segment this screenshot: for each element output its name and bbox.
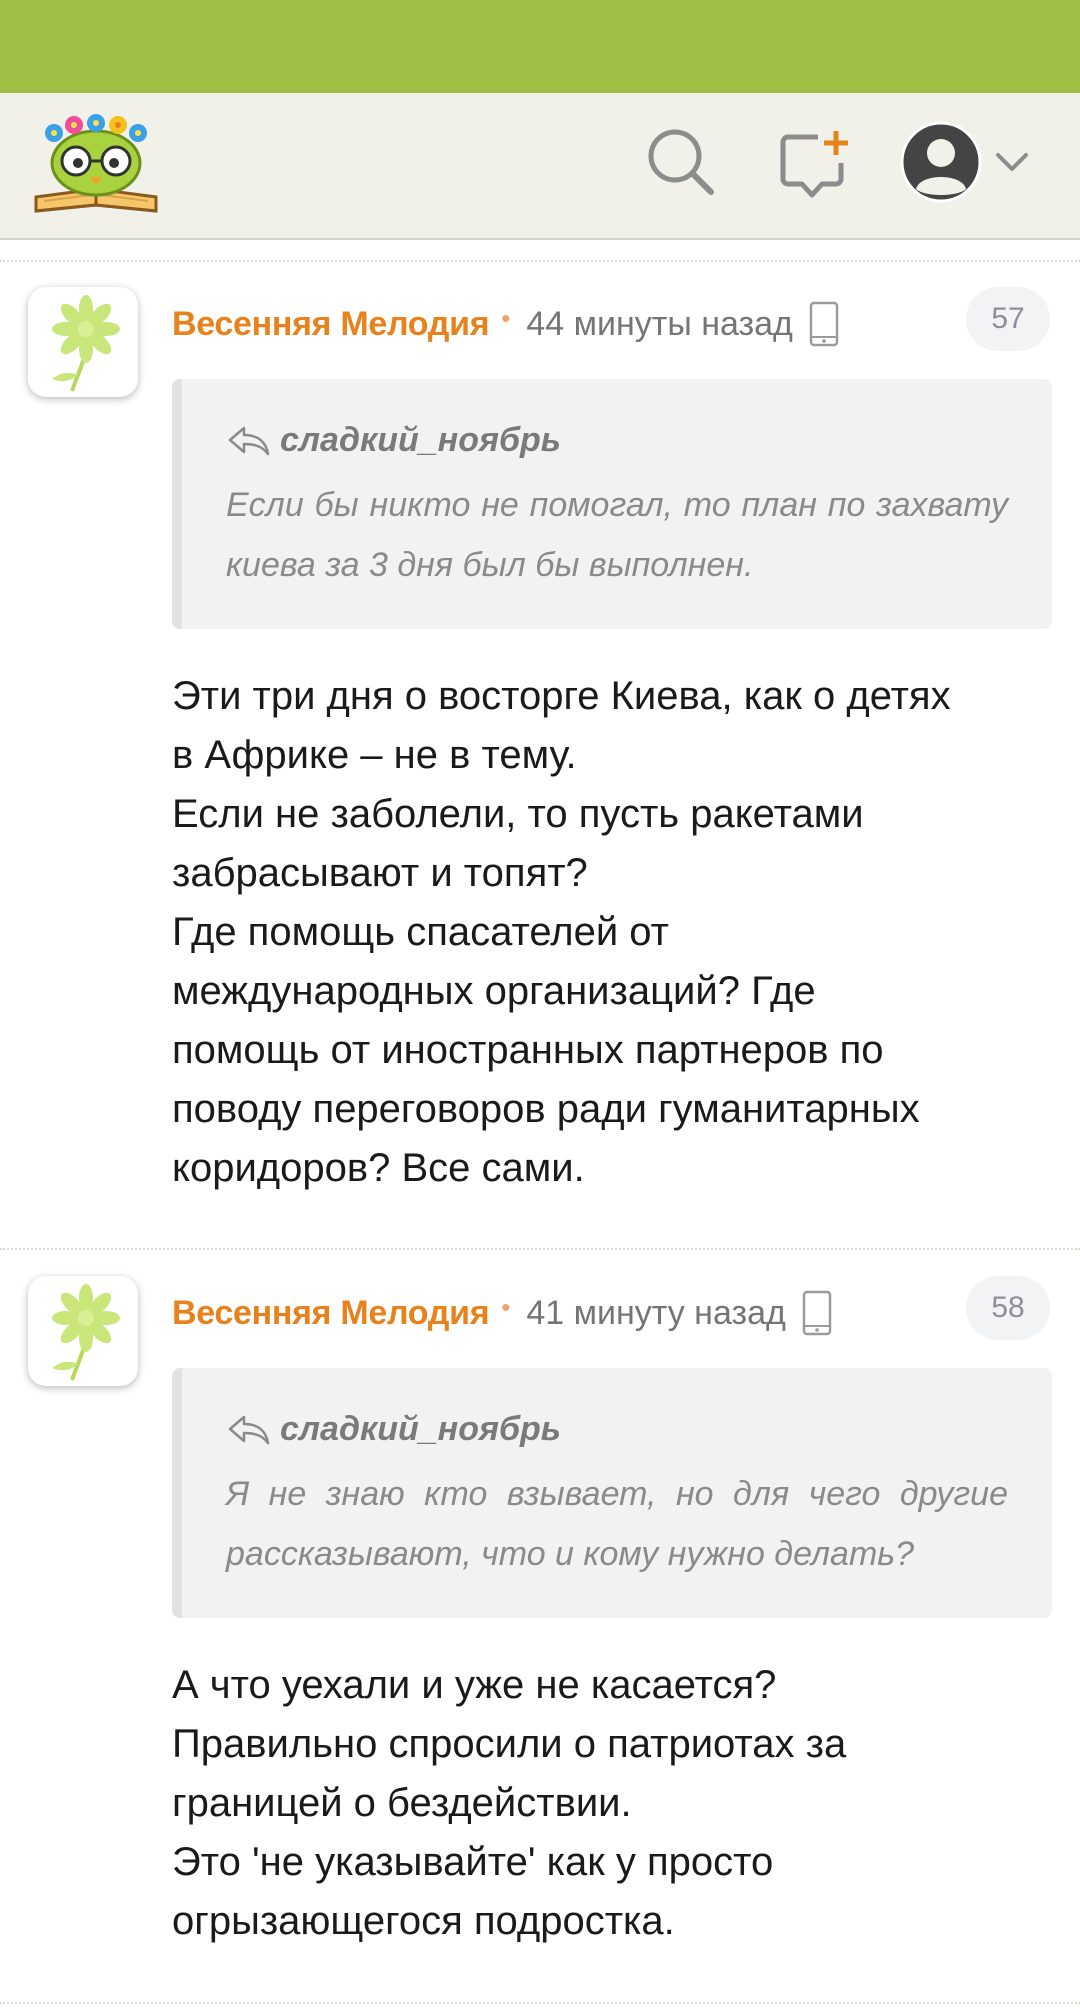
avatar[interactable] [28, 287, 138, 397]
comment-number[interactable]: 58 [966, 1276, 1050, 1340]
logo-icon[interactable] [30, 111, 162, 221]
comment-line: границей о бездействии. [172, 1781, 632, 1825]
daisy-avatar-icon [52, 295, 120, 392]
reply-icon [228, 426, 270, 456]
chevron-down-icon[interactable] [992, 145, 1032, 179]
meta-separator: • [501, 302, 511, 333]
comment-text: Эти три дня о восторге Киева, как о детя… [172, 667, 1052, 1198]
comment-author[interactable]: Весенняя Мелодия [172, 1294, 490, 1333]
quoted-comment[interactable]: сладкий_ноябрь Я не знаю кто взывает, но… [172, 1368, 1052, 1618]
quote-text: Я не знаю кто взывает, но для чего други… [226, 1475, 1008, 1573]
quote-author: сладкий_ноябрь [280, 420, 561, 459]
avatar-icon[interactable] [900, 121, 982, 203]
comment-text: А что уехали и уже не касается? Правильн… [172, 1656, 1052, 1951]
comment-line: помощь от иностранных партнеров по [172, 1028, 884, 1072]
divider [0, 1248, 1080, 1250]
comment-number[interactable]: 57 [966, 287, 1050, 351]
comment-line: международных организаций? Где [172, 969, 816, 1013]
comment-line: огрызающегося подростка. [172, 1899, 675, 1943]
comment-line: Где помощь спасателей от [172, 910, 669, 954]
comment-line: Правильно спросили о патриотах за [172, 1722, 847, 1766]
comment-line: забрасывают и топят? [172, 851, 588, 895]
comment-line: Это 'не указывайте' как у просто [172, 1840, 774, 1884]
quoted-comment[interactable]: сладкий_ноябрь Если бы никто не помогал,… [172, 379, 1052, 629]
comment-line: А что уехали и уже не касается? [172, 1663, 777, 1707]
comment-meta: Весенняя Мелодия • 41 минуту назад [172, 1288, 832, 1338]
comment-meta: Весенняя Мелодия • 44 минуты назад [172, 299, 839, 349]
smartphone-icon [802, 1290, 832, 1336]
avatar[interactable] [28, 1276, 138, 1386]
meta-separator: • [501, 1291, 511, 1322]
comment-line: Если не заболели, то пусть ракетами [172, 792, 864, 836]
comment-author[interactable]: Весенняя Мелодия [172, 305, 490, 344]
divider [0, 260, 1080, 262]
smartphone-icon [809, 301, 839, 347]
comment-line: коридоров? Все сами. [172, 1146, 585, 1190]
comment-time: 41 минуту назад [526, 1293, 786, 1332]
add-comment-icon[interactable] [778, 129, 848, 199]
quote-author: сладкий_ноябрь [280, 1409, 561, 1448]
user-menu[interactable] [900, 121, 1040, 207]
search-icon[interactable] [645, 126, 717, 198]
comment-time: 44 минуты назад [526, 304, 793, 343]
comment-line: Эти три дня о восторге Киева, как о детя… [172, 674, 951, 718]
status-bar [0, 0, 1080, 93]
app-header [0, 93, 1080, 240]
daisy-avatar-icon [52, 1284, 120, 1381]
quote-text: Если бы никто не помогал, то план по зах… [226, 486, 1008, 584]
reply-icon [228, 1415, 270, 1445]
comment-line: поводу переговоров ради гуманитарных [172, 1087, 920, 1131]
comment-line: в Африке – не в тему. [172, 733, 577, 777]
divider [0, 2002, 1080, 2004]
